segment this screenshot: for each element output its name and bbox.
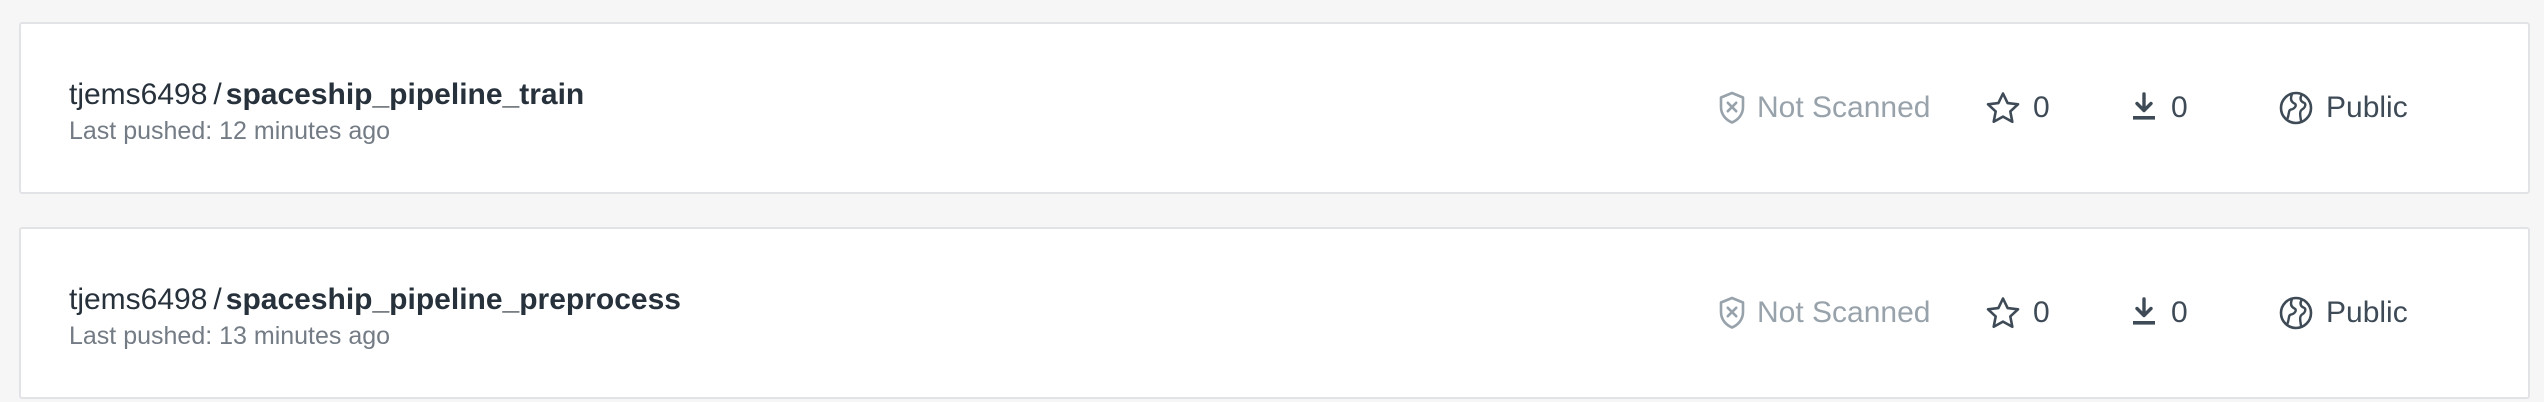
scan-status-label: Not Scanned <box>1757 91 1931 124</box>
repository-list: tjems6498/spaceship_pipeline_train Last … <box>19 22 2530 399</box>
star-count-value: 0 <box>2033 91 2050 124</box>
scan-status: Not Scanned <box>1719 229 1930 397</box>
pull-count-value: 0 <box>2171 296 2188 329</box>
repository-name[interactable]: spaceship_pipeline_preprocess <box>226 283 681 316</box>
globe-icon <box>2278 295 2314 331</box>
repository-card[interactable]: tjems6498/spaceship_pipeline_preprocess … <box>19 227 2530 399</box>
repository-title[interactable]: tjems6498/spaceship_pipeline_preprocess <box>69 282 681 318</box>
visibility-status: Public <box>2278 24 2408 192</box>
visibility-label: Public <box>2326 91 2408 124</box>
scan-status-label: Not Scanned <box>1757 296 1931 329</box>
star-count-value: 0 <box>2033 296 2050 329</box>
repository-separator: / <box>213 78 222 111</box>
star-icon <box>1985 296 2021 330</box>
star-icon <box>1985 91 2021 125</box>
repository-name[interactable]: spaceship_pipeline_train <box>226 78 584 111</box>
star-count: 0 <box>1985 229 2050 397</box>
download-icon <box>2129 91 2159 125</box>
repository-namespace: tjems6498 <box>69 283 208 316</box>
star-count: 0 <box>1985 24 2050 192</box>
last-pushed-text: Last pushed: 13 minutes ago <box>69 322 391 350</box>
globe-icon <box>2278 90 2314 126</box>
last-pushed-text: Last pushed: 12 minutes ago <box>69 117 391 145</box>
pull-count: 0 <box>2129 24 2188 192</box>
download-icon <box>2129 296 2159 330</box>
visibility-label: Public <box>2326 296 2408 329</box>
scan-status: Not Scanned <box>1719 24 1930 192</box>
repository-separator: / <box>213 283 222 316</box>
repository-title[interactable]: tjems6498/spaceship_pipeline_train <box>69 77 584 113</box>
pull-count: 0 <box>2129 229 2188 397</box>
pull-count-value: 0 <box>2171 91 2188 124</box>
visibility-status: Public <box>2278 229 2408 397</box>
repository-namespace: tjems6498 <box>69 78 208 111</box>
shield-x-icon <box>1719 296 1745 330</box>
repository-card[interactable]: tjems6498/spaceship_pipeline_train Last … <box>19 22 2530 194</box>
shield-x-icon <box>1719 91 1745 125</box>
